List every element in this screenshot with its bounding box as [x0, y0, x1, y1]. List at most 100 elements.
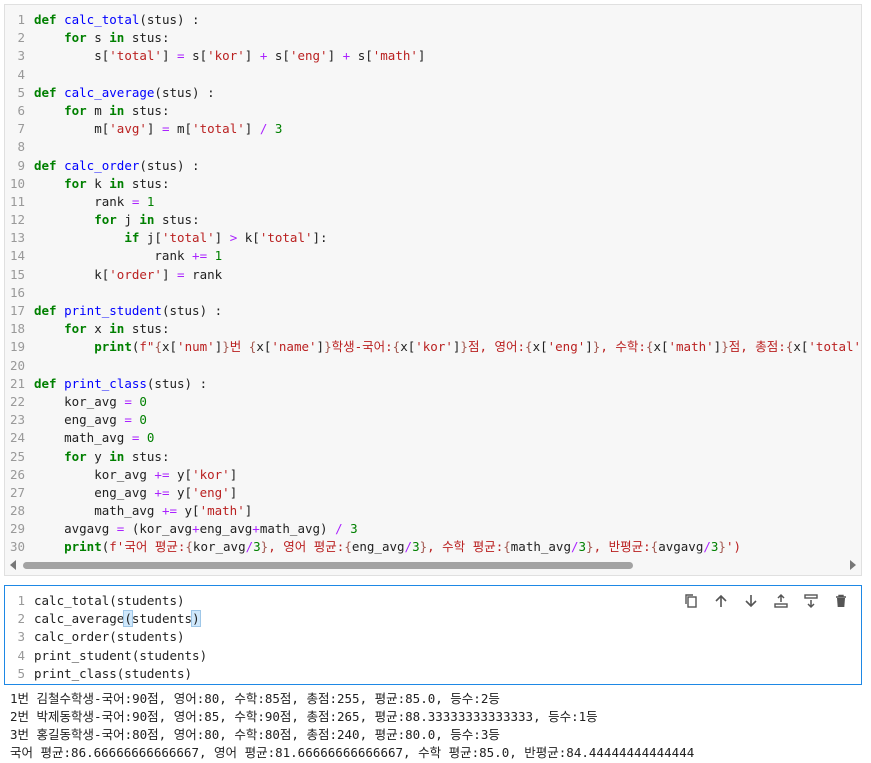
code-text[interactable]: eng_avg = 0 — [34, 411, 147, 429]
code-text[interactable]: for m in stus: — [34, 102, 169, 120]
code-line[interactable]: 4 — [5, 66, 861, 84]
code-line[interactable]: 10 for k in stus: — [5, 175, 861, 193]
code-text[interactable]: rank += 1 — [34, 247, 222, 265]
line-number: 11 — [9, 193, 25, 209]
code-line[interactable]: 9 def calc_order(stus) : — [5, 157, 861, 175]
output-line: 3번 홍길동학생-국어:80점, 영어:80, 수학:80점, 총점:240, … — [10, 727, 500, 742]
code-text[interactable]: math_avg += y['math'] — [34, 502, 252, 520]
line-number: 30 — [9, 539, 25, 555]
code-text[interactable]: print(f'국어 평균:{kor_avg/3}, 영어 평균:{eng_av… — [34, 538, 741, 556]
line-number: 23 — [9, 412, 25, 428]
code-text[interactable]: s['total'] = s['kor'] + s['eng'] + s['ma… — [34, 47, 425, 65]
scrollbar-thumb[interactable] — [23, 562, 633, 569]
code-text[interactable]: for j in stus: — [34, 211, 199, 229]
insert-below-icon[interactable] — [801, 591, 821, 611]
code-line[interactable]: 19 print(f"{x['num']}번 {x['name']}학생-국어:… — [5, 338, 861, 356]
line-number: 27 — [9, 484, 25, 500]
code-line[interactable]: 12 for j in stus: — [5, 211, 861, 229]
code-text[interactable]: calc_order(students) — [34, 628, 185, 646]
code-text[interactable]: for y in stus: — [34, 448, 169, 466]
line-number: 28 — [9, 503, 25, 519]
code-text[interactable]: print_student(students) — [34, 647, 207, 665]
line-number: 2 — [17, 611, 25, 627]
code-line[interactable]: 18 for x in stus: — [5, 320, 861, 338]
code-line[interactable]: 1 def calc_total(stus) : — [5, 11, 861, 29]
copy-icon[interactable] — [681, 591, 701, 611]
insert-above-icon[interactable] — [771, 591, 791, 611]
code-text[interactable]: k['order'] = rank — [34, 266, 222, 284]
scroll-right-icon[interactable] — [850, 560, 856, 570]
line-number: 6 — [17, 102, 25, 118]
code-cell-calls[interactable]: 1 calc_total(students) 2 calc_average(stude… — [4, 585, 862, 685]
code-line[interactable]: 5 def calc_average(stus) : — [5, 84, 861, 102]
line-number: 7 — [17, 121, 25, 137]
code-text[interactable]: eng_avg += y['eng'] — [34, 484, 237, 502]
code-line[interactable]: 30 print(f'국어 평균:{kor_avg/3}, 영어 평균:{eng… — [5, 538, 861, 556]
arrow-up-icon[interactable] — [711, 591, 731, 611]
code-line[interactable]: 4 print_student(students) — [5, 647, 861, 665]
output-line: 국어 평균:86.66666666666667, 영어 평균:81.666666… — [10, 745, 695, 760]
code-text[interactable]: kor_avg = 0 — [34, 393, 147, 411]
code-text[interactable]: def print_student(stus) : — [34, 302, 222, 320]
code-text[interactable]: m['avg'] = m['total'] / 3 — [34, 120, 282, 138]
code-text[interactable]: for k in stus: — [34, 175, 169, 193]
code-text[interactable]: math_avg = 0 — [34, 429, 154, 447]
code-text[interactable]: print(f"{x['num']}번 {x['name']}학생-국어:{x[… — [34, 338, 861, 356]
line-number: 4 — [17, 66, 25, 82]
line-number: 18 — [9, 321, 25, 337]
code-line[interactable]: 20 — [5, 357, 861, 375]
code-line[interactable]: 6 for m in stus: — [5, 102, 861, 120]
code-text[interactable]: print_class(students) — [34, 665, 192, 683]
scroll-left-icon[interactable] — [10, 560, 16, 570]
code-line[interactable]: 5 print_class(students) — [5, 665, 861, 683]
code-text[interactable]: def print_class(stus) : — [34, 375, 207, 393]
code-cell-functions[interactable]: 1 def calc_total(stus) :2 for s in stus: 3… — [4, 4, 862, 576]
code-line[interactable]: 17 def print_student(stus) : — [5, 302, 861, 320]
code-text[interactable]: for s in stus: — [34, 29, 169, 47]
code-line[interactable]: 27 eng_avg += y['eng'] — [5, 484, 861, 502]
line-number: 14 — [9, 248, 25, 264]
trash-icon[interactable] — [831, 591, 851, 611]
code-text[interactable]: def calc_total(stus) : — [34, 11, 200, 29]
code-text[interactable]: calc_average(students) — [34, 610, 201, 628]
line-number: 8 — [17, 139, 25, 155]
line-number: 22 — [9, 393, 25, 409]
code-line[interactable]: 28 math_avg += y['math'] — [5, 502, 861, 520]
code-line[interactable]: 26 kor_avg += y['kor'] — [5, 466, 861, 484]
code-text[interactable]: calc_total(students) — [34, 592, 185, 610]
code-line[interactable]: 3 calc_order(students) — [5, 628, 861, 646]
output-line: 2번 박제동학생-국어:90점, 영어:85, 수학:90점, 총점:265, … — [10, 709, 598, 724]
line-number: 24 — [9, 430, 25, 446]
line-number: 13 — [9, 230, 25, 246]
code-line[interactable]: 11 rank = 1 — [5, 193, 861, 211]
arrow-down-icon[interactable] — [741, 591, 761, 611]
code-line[interactable]: 8 — [5, 138, 861, 156]
code-line[interactable]: 3 s['total'] = s['kor'] + s['eng'] + s['… — [5, 47, 861, 65]
code-text[interactable]: avgavg = (kor_avg+eng_avg+math_avg) / 3 — [34, 520, 358, 538]
line-number: 1 — [17, 12, 25, 27]
code-line[interactable]: 16 — [5, 284, 861, 302]
code-text[interactable]: def calc_average(stus) : — [34, 84, 215, 102]
code-text[interactable]: rank = 1 — [34, 193, 154, 211]
code-line[interactable]: 14 rank += 1 — [5, 247, 861, 265]
code-line[interactable]: 29 avgavg = (kor_avg+eng_avg+math_avg) /… — [5, 520, 861, 538]
code-line[interactable]: 7 m['avg'] = m['total'] / 3 — [5, 120, 861, 138]
line-number: 1 — [17, 593, 25, 608]
horizontal-scrollbar[interactable] — [5, 559, 861, 571]
code-line[interactable]: 2 for s in stus: — [5, 29, 861, 47]
code-line[interactable]: 22 kor_avg = 0 — [5, 393, 861, 411]
code-line[interactable]: 13 if j['total'] > k['total']: — [5, 229, 861, 247]
line-number: 5 — [17, 84, 25, 100]
code-line[interactable]: 25 for y in stus: — [5, 448, 861, 466]
line-number: 3 — [17, 48, 25, 64]
code-text[interactable]: kor_avg += y['kor'] — [34, 466, 237, 484]
code-editor[interactable]: 1 def calc_total(stus) :2 for s in stus: 3… — [5, 11, 861, 557]
code-line[interactable]: 2 calc_average(students) — [5, 610, 861, 628]
code-text[interactable]: if j['total'] > k['total']: — [34, 229, 327, 247]
code-text[interactable]: for x in stus: — [34, 320, 169, 338]
code-line[interactable]: 15 k['order'] = rank — [5, 266, 861, 284]
code-text[interactable]: def calc_order(stus) : — [34, 157, 200, 175]
code-line[interactable]: 21 def print_class(stus) : — [5, 375, 861, 393]
code-line[interactable]: 23 eng_avg = 0 — [5, 411, 861, 429]
code-line[interactable]: 24 math_avg = 0 — [5, 429, 861, 447]
